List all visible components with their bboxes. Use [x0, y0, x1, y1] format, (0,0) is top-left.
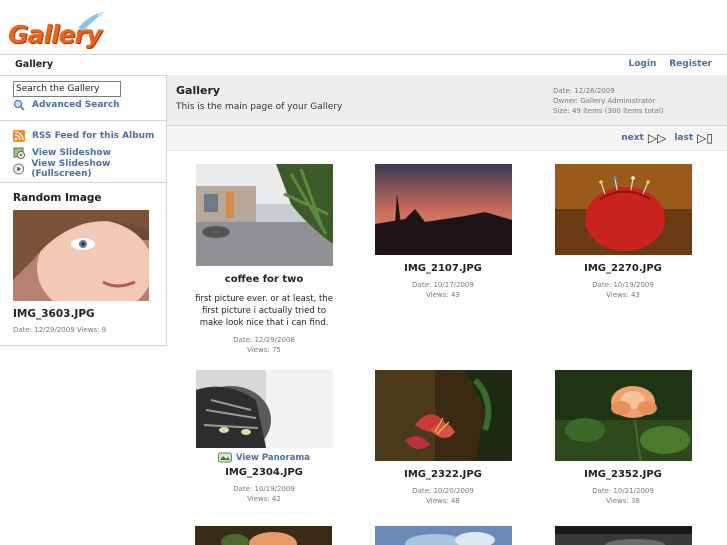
auth-links: Login Register — [619, 59, 713, 69]
item-views: Views: 42 — [247, 495, 281, 503]
rss-label: RSS Feed for this Album — [32, 131, 155, 141]
slideshow-link[interactable]: View Slideshow — [13, 146, 111, 160]
gallery-item: IMG_2322.JPG Date: 10/20/2009 Views: 48 — [363, 370, 523, 506]
rss-link[interactable]: RSS Feed for this Album — [13, 129, 154, 143]
item-views: Views: 43 — [606, 291, 640, 299]
view-panorama-label: View Panorama — [235, 452, 311, 463]
item-thumbnail[interactable] — [375, 526, 512, 545]
item-title[interactable]: IMG_2352.JPG — [543, 469, 703, 480]
coffee-photo — [195, 164, 333, 266]
pincushion-photo — [554, 164, 692, 255]
gallery-item: IMG_2352.JPG Date: 10/21/2009 Views: 38 — [543, 370, 703, 506]
sidebar-divider — [0, 182, 166, 183]
item-views: Views: 48 — [426, 497, 460, 505]
item-thumbnail[interactable] — [195, 164, 333, 266]
slideshow-icon — [13, 147, 25, 159]
lily-photo — [374, 370, 512, 461]
item-meta: Date: 10/19/2009 Views: 42 — [184, 484, 344, 504]
rose-photo — [554, 370, 692, 461]
item-meta: Date: 10/19/2009 Views: 43 — [543, 280, 703, 300]
item-date: Date: 10/17/2009 — [412, 281, 474, 289]
item-views: Views: 38 — [606, 497, 640, 505]
album-owner: Owner: Gallery Administrator — [553, 97, 656, 105]
random-image-meta: Date: 12/29/2009 Views: 9 — [13, 326, 107, 334]
advanced-search-label: Advanced Search — [32, 100, 120, 110]
slideshow-fullscreen-link[interactable]: View Slideshow (Fullscreen) — [13, 159, 166, 179]
item-meta: Date: 10/21/2009 Views: 38 — [543, 486, 703, 506]
random-image-heading: Random Image — [13, 192, 102, 204]
sunset-photo — [374, 164, 512, 255]
item-thumbnail[interactable] — [555, 526, 692, 545]
gallery-item: View Panorama IMG_2304.JPG Date: 10/19/2… — [184, 370, 344, 504]
breadcrumb[interactable]: Gallery — [15, 59, 53, 70]
item-summary: first picture ever. or at least, the fir… — [195, 294, 333, 328]
last-arrow-icon[interactable]: ▷▯ — [697, 131, 713, 145]
item-thumbnail[interactable] — [374, 370, 512, 461]
album-meta: Date: 12/26/2009 Owner: Gallery Administ… — [553, 86, 664, 116]
album-description: This is the main page of your Gallery — [176, 102, 343, 112]
top-bar: Gallery Login Register — [0, 54, 727, 76]
next-arrow-icon[interactable]: ▷▷ — [648, 131, 666, 145]
gallery-item: coffee for two first picture ever. or at… — [184, 164, 344, 355]
pager-bar: next ▷▷ last ▷▯ — [167, 126, 727, 151]
item-thumbnail[interactable] — [374, 164, 512, 255]
advanced-search-link[interactable]: Advanced Search — [13, 98, 120, 112]
random-image-picture — [13, 210, 149, 301]
item-meta: Date: 12/29/2008 Views: 75 — [184, 335, 344, 355]
item-date: Date: 10/21/2009 — [592, 487, 654, 495]
slideshow-fullscreen-label: View Slideshow (Fullscreen) — [31, 159, 111, 179]
view-panorama-link[interactable]: View Panorama — [184, 452, 344, 463]
gallery-item: IMG_2270.JPG Date: 10/19/2009 Views: 43 — [543, 164, 703, 300]
random-image-thumbnail[interactable] — [13, 210, 149, 301]
item-title[interactable]: IMG_2270.JPG — [543, 263, 703, 274]
item-meta: Date: 10/20/2009 Views: 48 — [363, 486, 523, 506]
item-thumbnail[interactable] — [554, 164, 692, 255]
album-header: Gallery This is the main page of your Ga… — [167, 75, 727, 126]
album-size: Size: 49 items (300 items total) — [553, 107, 664, 115]
item-views: Views: 75 — [247, 346, 281, 354]
random-image-title[interactable]: IMG_3603.JPG — [13, 308, 95, 320]
partial-photo — [195, 526, 332, 545]
album-title: Gallery — [176, 84, 221, 97]
gallery-item: IMG_2107.JPG Date: 10/17/2009 Views: 43 — [363, 164, 523, 300]
item-title[interactable]: IMG_2107.JPG — [363, 263, 523, 274]
play-icon — [13, 163, 25, 175]
item-meta: Date: 10/17/2009 Views: 43 — [363, 280, 523, 300]
register-link[interactable]: Register — [669, 59, 712, 69]
panorama-icon — [217, 452, 232, 463]
last-link[interactable]: last — [674, 133, 693, 143]
item-title[interactable]: coffee for two — [184, 274, 344, 285]
magnifier-icon — [13, 99, 25, 111]
item-thumbnail[interactable] — [195, 370, 333, 448]
item-date: Date: 10/20/2009 — [412, 487, 474, 495]
rss-icon — [13, 130, 25, 142]
cat-photo — [195, 370, 333, 448]
item-thumbnail[interactable] — [195, 526, 332, 545]
item-title[interactable]: IMG_2322.JPG — [363, 469, 523, 480]
pager-nav: next ▷▷ last ▷▯ — [621, 131, 713, 145]
gallery-logo[interactable]: Gallery — [6, 10, 106, 52]
logo-text: Gallery — [8, 20, 102, 49]
sidebar-divider — [0, 120, 166, 121]
item-title[interactable]: IMG_2304.JPG — [184, 467, 344, 478]
partial-photo — [555, 526, 692, 545]
sidebar: Advanced Search RSS Feed for this Album … — [0, 75, 167, 346]
search-input[interactable] — [13, 81, 121, 97]
partial-photo — [375, 526, 512, 545]
slideshow-label: View Slideshow — [32, 148, 111, 158]
next-link[interactable]: next — [621, 133, 644, 143]
item-date: Date: 10/19/2009 — [233, 485, 295, 493]
item-views: Views: 43 — [426, 291, 460, 299]
item-date: Date: 12/29/2008 — [233, 336, 295, 344]
login-link[interactable]: Login — [629, 59, 657, 69]
album-date: Date: 12/26/2009 — [553, 87, 615, 95]
item-date: Date: 10/19/2009 — [592, 281, 654, 289]
item-thumbnail[interactable] — [554, 370, 692, 461]
